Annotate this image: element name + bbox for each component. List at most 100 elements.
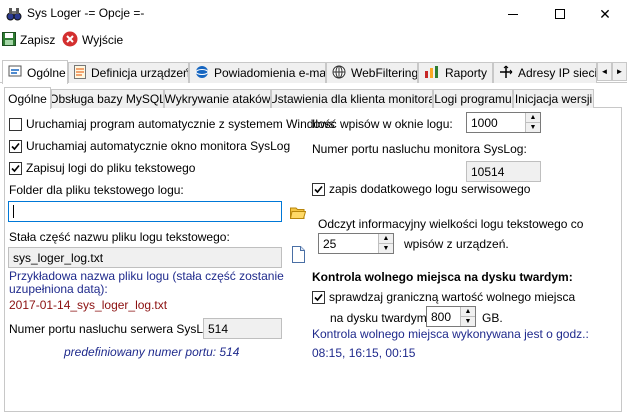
save-label: Zapisz bbox=[20, 33, 56, 47]
tab-adresy-ip[interactable]: Adresy IP sieci w bbox=[493, 62, 597, 83]
tab-definicja-urzadzen[interactable]: Definicja urządzeń bbox=[68, 62, 189, 83]
tab-label: Adresy IP sieci w bbox=[518, 66, 597, 80]
tab-webfiltering[interactable]: WebFiltering bbox=[326, 62, 418, 83]
monitor-port-input[interactable]: 10514 bbox=[466, 161, 541, 182]
check-icon bbox=[11, 142, 20, 150]
checkbox-box bbox=[9, 139, 22, 153]
subtab-mysql[interactable]: Obsługa bazy MySQL bbox=[51, 89, 164, 108]
tab-label: WebFiltering bbox=[351, 66, 418, 80]
monitor-port-label: Numer portu nasluchu monitora SysLog: bbox=[312, 142, 527, 156]
tab-label: Definicja urządzeń bbox=[91, 66, 189, 80]
service-log-checkbox[interactable]: zapis dodatkowego logu serwisowego bbox=[312, 181, 530, 197]
spin-up-button[interactable]: ▲ bbox=[379, 234, 393, 243]
checkbox-box bbox=[9, 161, 22, 175]
tab-powiadomienia-email[interactable]: Powiadomienia e-mail bbox=[189, 62, 326, 83]
tab-raporty[interactable]: Raporty bbox=[418, 62, 493, 83]
globe-icon bbox=[195, 65, 209, 82]
web-icon bbox=[332, 65, 346, 82]
check-time-label: Kontrola wolnego miejsca wykonywana jest… bbox=[312, 327, 589, 341]
window-title: Sys Loger -= Opcje =- bbox=[27, 6, 145, 20]
exit-button[interactable]: Wyjście bbox=[62, 31, 123, 49]
disk-space-spinner[interactable]: 800 ▲ ▼ bbox=[426, 306, 476, 327]
tab-ogolne[interactable]: Ogólne bbox=[2, 60, 68, 84]
read-size-suffix: wpisów z urządzeń. bbox=[404, 237, 509, 251]
check-times-value: 08:15, 16:15, 00:15 bbox=[312, 346, 416, 360]
spin-up-button[interactable]: ▲ bbox=[461, 307, 475, 316]
folder-label: Folder dla pliku tekstowego logu: bbox=[9, 183, 184, 197]
check-icon bbox=[11, 164, 20, 172]
check-icon bbox=[314, 293, 323, 301]
save-text-logs-checkbox[interactable]: Zapisuj logi do pliku tekstowego bbox=[9, 160, 195, 176]
disk-unit: GB. bbox=[482, 311, 503, 325]
server-port-input[interactable]: 514 bbox=[203, 318, 282, 339]
checkbox-box bbox=[9, 117, 22, 131]
network-icon bbox=[499, 65, 513, 82]
minimize-icon bbox=[508, 13, 518, 15]
spin-down-button[interactable]: ▼ bbox=[379, 243, 393, 253]
text-caret bbox=[13, 205, 14, 218]
autostart-monitor-checkbox[interactable]: Uruchamiaj automatycznie okno monitora S… bbox=[9, 138, 290, 154]
log-window-entries-spinner[interactable]: 1000 ▲ ▼ bbox=[466, 112, 541, 133]
read-size-spinner[interactable]: 25 ▲ ▼ bbox=[318, 233, 394, 254]
subtab-klient-monitora[interactable]: Ustawienia dla klienta monitora bbox=[271, 89, 433, 108]
disk-control-header: Kontrola wolnego miejsca na dysku twardy… bbox=[312, 270, 573, 284]
fixed-name-input[interactable]: sys_loger_log.txt bbox=[8, 247, 282, 268]
subtab-label: Ogólne bbox=[8, 91, 47, 106]
wrench-icon bbox=[8, 64, 22, 81]
exit-label: Wyjście bbox=[82, 33, 124, 47]
default-port-note: predefiniowany numer portu: 514 bbox=[64, 345, 240, 359]
subtab-label: Logi programu bbox=[434, 92, 512, 106]
example-label: Przykładowa nazwa pliku logu (stała częś… bbox=[9, 269, 284, 296]
checkbox-label: zapis dodatkowego logu serwisowego bbox=[329, 182, 531, 196]
arrow-left-icon: ◄ bbox=[600, 67, 609, 76]
tab-scroll-right-button[interactable]: ► bbox=[612, 62, 627, 81]
subtab-inicjacja-wersji[interactable]: Inicjacja wersji bbox=[513, 89, 594, 108]
monitor-port-value: 10514 bbox=[471, 164, 505, 179]
fixed-name-label: Stała część nazwu pliku logu tekstowego: bbox=[9, 230, 230, 244]
spin-down-button[interactable]: ▼ bbox=[461, 316, 475, 326]
binoculars-icon bbox=[6, 6, 22, 22]
fixed-name-value: sys_loger_log.txt bbox=[13, 250, 104, 265]
checkbox-label: Zapisuj logi do pliku tekstowego bbox=[26, 161, 196, 175]
checkbox-label: sprawdzaj graniczną wartość wolnego miej… bbox=[329, 290, 576, 304]
tab-label: Raporty bbox=[445, 66, 488, 80]
folder-icon bbox=[289, 207, 307, 222]
exit-icon bbox=[62, 31, 78, 50]
subtab-ogolne[interactable]: Ogólne bbox=[4, 87, 51, 109]
subtab-logi-programu[interactable]: Logi programu bbox=[433, 89, 513, 108]
checkbox-label: Uruchamiaj program automatycznie z syste… bbox=[26, 117, 335, 131]
subtab-label: Ustawienia dla klienta monitora bbox=[271, 92, 433, 106]
arrow-right-icon: ► bbox=[615, 67, 624, 76]
minimize-button[interactable] bbox=[490, 0, 536, 28]
spin-up-button[interactable]: ▲ bbox=[526, 113, 540, 122]
checkbox-label: Uruchamiaj automatycznie okno monitora S… bbox=[26, 139, 291, 153]
tab-scroll-left-button[interactable]: ◄ bbox=[597, 62, 612, 81]
server-port-value: 514 bbox=[208, 321, 229, 336]
check-free-space-checkbox[interactable]: sprawdzaj graniczną wartość wolnego miej… bbox=[312, 289, 575, 305]
floppy-disk-icon bbox=[2, 31, 16, 49]
save-button[interactable]: Zapisz bbox=[2, 31, 55, 49]
chart-icon bbox=[424, 65, 440, 82]
checkbox-box bbox=[312, 290, 325, 304]
checkbox-box bbox=[312, 182, 325, 196]
spin-down-button[interactable]: ▼ bbox=[526, 122, 540, 132]
autostart-checkbox[interactable]: Uruchamiaj program automatycznie z syste… bbox=[9, 116, 335, 132]
spinner-value: 800 bbox=[431, 309, 452, 324]
folder-input[interactable] bbox=[8, 201, 282, 222]
spinner-value: 25 bbox=[323, 236, 337, 251]
document-icon bbox=[74, 64, 86, 82]
folder-browse-button[interactable] bbox=[289, 206, 307, 222]
maximize-button[interactable] bbox=[537, 0, 583, 28]
close-icon: ✕ bbox=[599, 5, 611, 22]
subtab-label: Wykrywanie ataków bbox=[164, 92, 271, 106]
disk-label: na dysku twardym: bbox=[330, 311, 431, 325]
subtab-wykrywanie-atakow[interactable]: Wykrywanie ataków bbox=[164, 89, 271, 108]
tab-label: Powiadomienia e-mail bbox=[214, 66, 326, 80]
new-file-button[interactable] bbox=[292, 246, 305, 266]
subtab-label: Obsługa bazy MySQL bbox=[51, 92, 164, 106]
read-size-label: Odczyt informacyjny wielkości logu tekst… bbox=[318, 217, 584, 231]
close-button[interactable]: ✕ bbox=[582, 0, 627, 28]
subtab-label: Inicjacja wersji bbox=[514, 92, 593, 106]
example-value: 2017-01-14_sys_loger_log.txt bbox=[9, 298, 168, 312]
tab-label: Ogólne bbox=[27, 65, 66, 80]
